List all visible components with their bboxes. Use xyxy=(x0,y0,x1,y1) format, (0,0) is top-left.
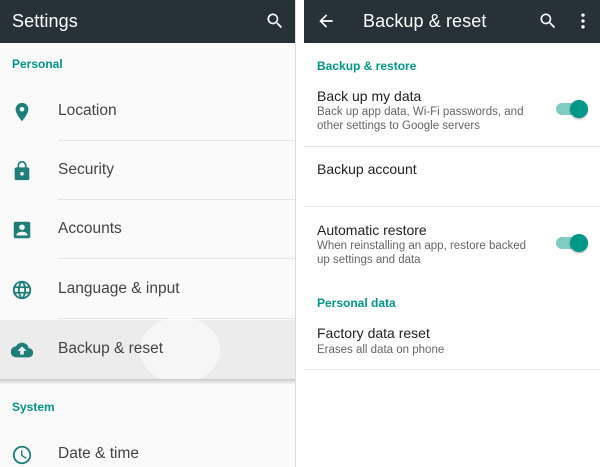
section-personal: Personal xyxy=(12,57,63,71)
list-shadow xyxy=(0,379,295,384)
settings-item-label: Security xyxy=(58,161,114,178)
settings-item-label: Language & input xyxy=(58,280,180,297)
factory-data-reset-title: Factory data reset xyxy=(317,325,430,341)
backup-app-bar: Backup & reset xyxy=(304,0,600,43)
settings-title: Settings xyxy=(12,11,78,31)
settings-item-label: Backup & reset xyxy=(58,340,164,357)
settings-item-label: Location xyxy=(58,102,117,119)
backup-account-title: Backup account xyxy=(317,161,417,177)
backup-title: Backup & reset xyxy=(363,11,487,31)
settings-item-location[interactable]: Location xyxy=(0,82,295,141)
back-up-my-data-toggle[interactable] xyxy=(556,100,588,118)
settings-app-bar: Settings xyxy=(0,0,295,43)
settings-item-backup-reset[interactable]: Backup & reset xyxy=(0,317,295,383)
backup-reset-screen: Backup & reset Backup & restore Back up … xyxy=(304,0,600,467)
automatic-restore-item[interactable]: Automatic restore When reinstalling an a… xyxy=(304,207,600,271)
automatic-restore-subtitle: When reinstalling an app, restore backed… xyxy=(317,240,527,266)
globe-icon xyxy=(11,279,33,301)
divider xyxy=(58,258,295,259)
back-up-my-data-title: Back up my data xyxy=(317,88,422,104)
back-up-my-data-item[interactable]: Back up my data Back up app data, Wi-Fi … xyxy=(304,81,600,145)
cloud-upload-icon xyxy=(10,339,34,361)
back-up-my-data-subtitle: Back up app data, Wi-Fi passwords, and o… xyxy=(317,106,524,132)
settings-item-accounts[interactable]: Accounts xyxy=(0,200,295,259)
location-pin-icon xyxy=(11,101,33,123)
search-icon[interactable] xyxy=(537,10,559,32)
automatic-restore-toggle[interactable] xyxy=(556,234,588,252)
search-icon[interactable] xyxy=(264,10,286,32)
back-arrow-icon[interactable] xyxy=(315,10,337,32)
toggle-thumb xyxy=(570,234,588,252)
account-box-icon xyxy=(11,219,33,241)
section-personal-data: Personal data xyxy=(317,296,396,310)
settings-item-date-time[interactable]: Date & time xyxy=(0,425,295,467)
lock-icon xyxy=(11,160,33,182)
section-backup-restore: Backup & restore xyxy=(317,59,417,73)
settings-item-label: Accounts xyxy=(58,220,122,237)
settings-item-language[interactable]: Language & input xyxy=(0,260,295,319)
backup-account-item[interactable]: Backup account xyxy=(304,147,600,206)
factory-data-reset-item[interactable]: Factory data reset Erases all data on ph… xyxy=(304,318,600,368)
automatic-restore-title: Automatic restore xyxy=(317,222,427,238)
toggle-thumb xyxy=(570,100,588,118)
settings-screen: Settings Personal Location Security Acco… xyxy=(0,0,296,467)
clock-icon xyxy=(11,444,33,466)
settings-item-label: Date & time xyxy=(58,445,139,462)
settings-item-security[interactable]: Security xyxy=(0,141,295,200)
factory-data-reset-subtitle: Erases all data on phone xyxy=(317,344,445,356)
more-vert-icon[interactable] xyxy=(572,10,594,32)
divider xyxy=(304,369,600,370)
section-system: System xyxy=(12,400,55,414)
